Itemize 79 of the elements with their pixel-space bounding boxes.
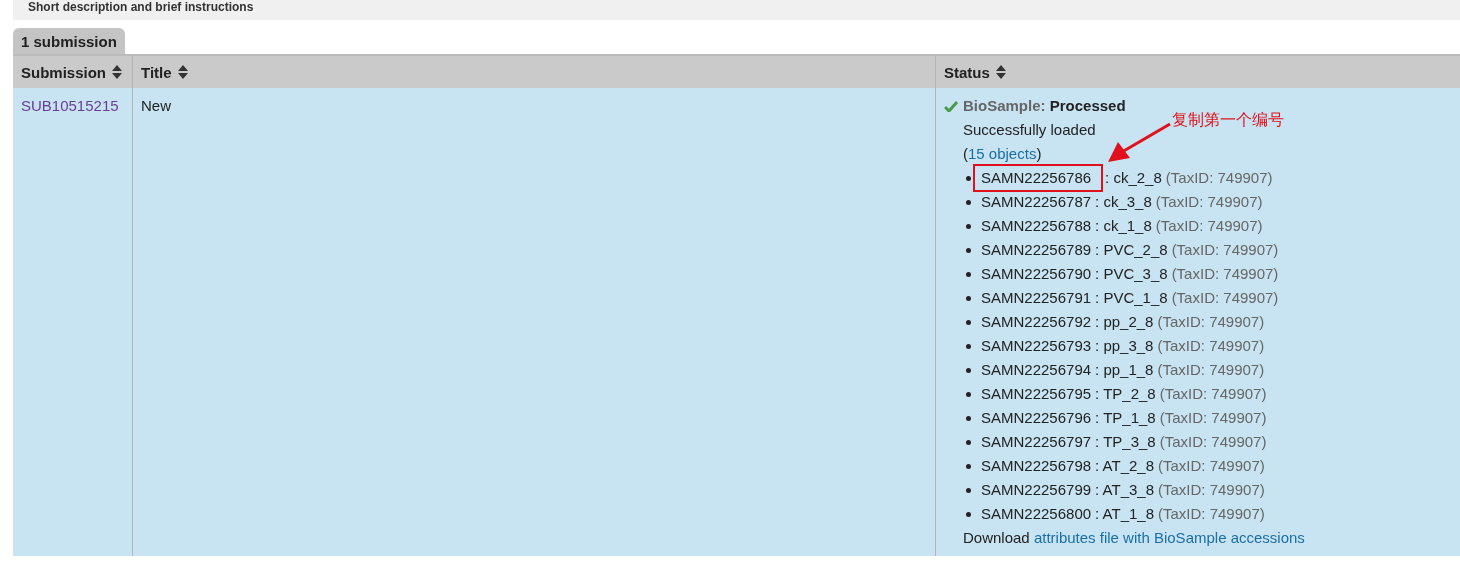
status-message: Successfully loaded [963,121,1096,138]
sample-name: : pp_1_8 [1095,360,1154,380]
bullet-icon [966,488,971,493]
taxid: (TaxID: 749907) [1155,216,1263,236]
bullet-icon [966,392,971,397]
taxid: (TaxID: 749907) [1159,432,1267,452]
bullet-icon [966,368,971,373]
sample-name: : ck_3_8 [1095,192,1152,212]
taxid: (TaxID: 749907) [1159,408,1267,428]
bullet-icon [966,248,971,253]
bullet-icon [966,320,971,325]
arrow-icon [1106,122,1172,164]
check-icon [944,100,958,112]
sample-name: : PVC_3_8 [1095,264,1168,284]
sample-name: : PVC_1_8 [1095,288,1168,308]
download-link[interactable]: attributes file with BioSample accessions [1033,529,1305,546]
table-cell: New [141,97,171,114]
download-text: Download [963,529,1030,546]
bullet-icon [966,200,971,205]
sample-name: : TP_3_8 [1095,432,1156,452]
accession: SAMN22256791 [981,288,1092,308]
sample-name: : TP_1_8 [1095,408,1156,428]
taxid: (TaxID: 749907) [1171,288,1279,308]
sample-name: : pp_2_8 [1095,312,1154,332]
paren: ) [1036,145,1042,162]
accession: SAMN22256799 [981,480,1092,500]
bullet-icon [966,272,971,277]
accession: SAMN22256790 [981,264,1092,284]
bullet-icon [966,344,971,349]
taxid: (TaxID: 749907) [1158,504,1265,524]
sample-name: : TP_2_8 [1095,384,1156,404]
accession: SAMN22256792 [981,312,1092,332]
sample-name: : pp_3_8 [1095,336,1154,356]
section-header: Short description and brief instructions [13,0,1460,20]
bullet-icon [966,440,971,445]
sample-name: : AT_1_8 [1095,504,1154,524]
objects-link[interactable]: 15 objects [968,145,1037,162]
taxid: (TaxID: 749907) [1157,336,1265,356]
bullet-icon [966,296,971,301]
column-header[interactable]: Title [141,63,172,81]
sample-name: : AT_2_8 [1095,456,1154,476]
tab[interactable]: 1 submission [13,28,125,54]
accession: SAMN22256787 [981,192,1092,212]
taxid: (TaxID: 749907) [1157,360,1265,380]
accession: SAMN22256786 [975,166,1102,190]
sort-icon[interactable] [177,65,188,79]
status-label: BioSample: Processed [963,96,1126,116]
sample-name: : ck_1_8 [1095,216,1152,236]
sample-name: : PVC_2_8 [1095,240,1168,260]
bullet-icon [966,464,971,469]
accession: SAMN22256788 [981,216,1092,236]
accession: SAMN22256795 [981,384,1092,404]
bullet-icon [966,416,971,421]
accession: SAMN22256789 [981,240,1092,260]
accession: SAMN22256793 [981,336,1092,356]
bullet-icon [966,176,971,181]
sort-icon[interactable] [112,65,122,79]
annotation-note: 复制第一个编号 [1172,110,1285,130]
taxid: (TaxID: 749907) [1157,312,1265,332]
bullet-icon [966,224,971,229]
taxid: (TaxID: 749907) [1159,384,1267,404]
sample-name: : ck_2_8 [1105,168,1162,188]
bullet-icon [966,512,971,517]
taxid: (TaxID: 749907) [1155,192,1263,212]
taxid: (TaxID: 749907) [1158,456,1265,476]
accession: SAMN22256794 [981,360,1092,380]
sort-icon[interactable] [995,65,1006,79]
paren: ( [963,145,968,162]
accession: SAMN22256797 [981,432,1092,452]
taxid: (TaxID: 749907) [1158,480,1265,500]
taxid: (TaxID: 749907) [1171,264,1279,284]
accession: SAMN22256796 [981,408,1092,428]
accession: SAMN22256798 [981,456,1092,476]
taxid: (TaxID: 749907) [1165,168,1273,188]
submission-link[interactable]: SUB10515215 [21,97,119,114]
taxid: (TaxID: 749907) [1171,240,1279,260]
accession: SAMN22256800 [981,504,1092,524]
column-header[interactable]: Status [944,63,990,81]
sample-name: : AT_3_8 [1095,480,1154,500]
